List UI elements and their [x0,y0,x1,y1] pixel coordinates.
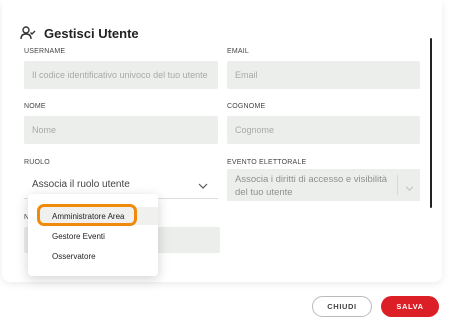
dropdown-option-osservatore[interactable]: Osservatore [28,247,158,265]
email-label: EMAIL [227,48,250,55]
evento-select[interactable]: Associa i diritti di accesso e visibilit… [227,169,420,201]
chevron-down-icon [198,181,208,192]
ruolo-label: RUOLO [24,159,50,166]
dialog-header: Gestisci Utente [20,24,139,42]
cognome-label: COGNOME [227,103,266,110]
scrollbar[interactable] [430,38,432,208]
nome-label: NOME [24,103,46,110]
dropdown-option-amministratore[interactable]: Amministratore Area [40,207,158,225]
dropdown-option-gestore[interactable]: Gestore Eventi [28,227,158,245]
evento-select-value: Associa i diritti di accesso e visibilit… [235,174,388,198]
ruolo-dropdown-menu: Amministratore Area Gestore Eventi Osser… [28,194,158,276]
cancel-button[interactable]: CHIUDI [312,296,372,317]
username-label: USERNAME [24,48,66,55]
evento-label: EVENTO ELETTORALE [227,159,307,166]
nome-field[interactable]: Nome [24,116,218,144]
email-field[interactable]: Email [227,61,420,89]
user-edit-icon [20,26,36,40]
username-field[interactable]: Il codice identificativo univoco del tuo… [24,61,218,89]
cognome-field[interactable]: Cognome [227,116,420,144]
dialog-title: Gestisci Utente [44,25,139,41]
ruolo-select-value: Associa il ruolo utente [32,179,130,190]
chevron-down-icon [405,182,414,195]
save-button[interactable]: SALVA [381,296,439,317]
select-separator [397,175,398,195]
